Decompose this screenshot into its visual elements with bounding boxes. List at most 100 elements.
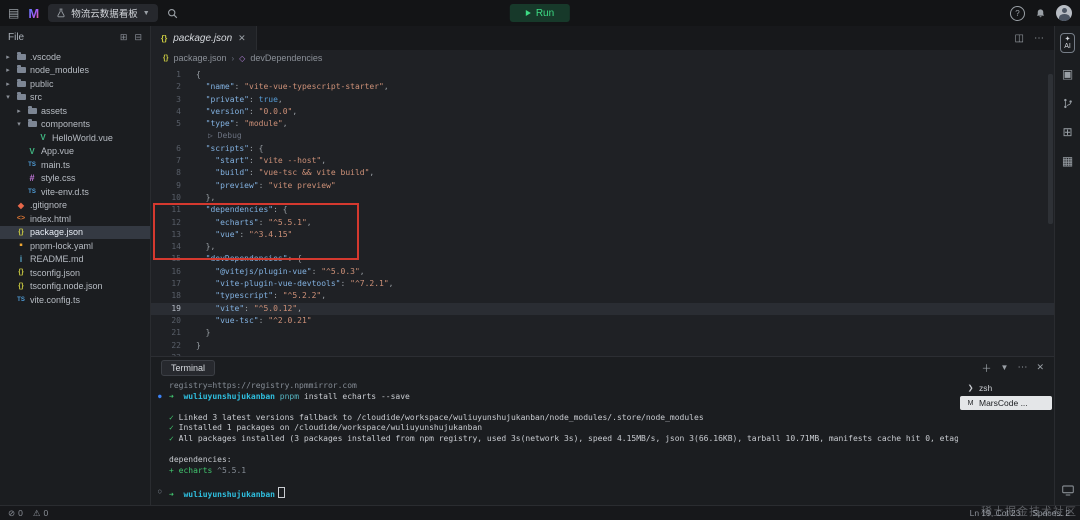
line-number[interactable]: 1 — [151, 69, 196, 81]
tree-item-public[interactable]: ▸ public — [0, 77, 150, 91]
tab-terminal[interactable]: Terminal — [161, 359, 216, 376]
cursor-position[interactable]: Ln 19, Col 23 — [970, 508, 1021, 518]
code-line[interactable]: 23 — [151, 352, 1054, 356]
code-line[interactable]: 21 } — [151, 327, 1054, 339]
sidebar-toggle-icon[interactable]: ▤ — [8, 6, 19, 20]
line-number[interactable]: 20 — [151, 315, 196, 327]
code-line[interactable]: 20 "vue-tsc": "^2.0.21" — [151, 315, 1054, 327]
tree-item--vscode[interactable]: ▸ .vscode — [0, 50, 150, 64]
terminal-session-zsh[interactable]: ❯ zsh — [960, 381, 1052, 395]
line-number[interactable]: 23 — [151, 352, 196, 356]
code-line[interactable]: 2 "name": "vite-vue-typescript-starter", — [151, 81, 1054, 93]
warnings-indicator[interactable]: ⚠ 0 — [33, 508, 48, 519]
source-control-icon[interactable] — [1059, 95, 1077, 111]
code-line[interactable]: 19 "vite": "^5.0.12", — [151, 302, 1054, 315]
notifications-bell-icon[interactable] — [1035, 8, 1046, 19]
line-number[interactable]: 6 — [151, 143, 196, 155]
terminal-content[interactable]: registry=https://registry.npmmirror.com ●… — [151, 378, 958, 505]
code-line[interactable]: 4 "version": "0.0.0", — [151, 106, 1054, 118]
tree-item-tsconfig-json[interactable]: {} tsconfig.json — [0, 266, 150, 280]
line-number[interactable]: 12 — [151, 217, 196, 229]
close-tab-icon[interactable]: ✕ — [238, 33, 246, 44]
user-avatar[interactable] — [1056, 5, 1072, 21]
code-editor[interactable]: 1{2 "name": "vite-vue-typescript-starter… — [151, 66, 1054, 356]
code-line[interactable]: 12 "echarts": "^5.5.1", — [151, 217, 1054, 229]
line-number[interactable]: 21 — [151, 327, 196, 339]
close-panel-icon[interactable]: ✕ — [1036, 362, 1044, 373]
indentation-setting[interactable]: Spaces: 2 — [1032, 508, 1070, 518]
project-switcher[interactable]: 物流云数据看板 ▼ — [48, 4, 158, 22]
tree-item-index-html[interactable]: <> index.html — [0, 212, 150, 226]
code-line[interactable]: 11 "dependencies": { — [151, 204, 1054, 216]
line-number[interactable]: 8 — [151, 167, 196, 179]
code-line[interactable]: 7 "start": "vite --host", — [151, 155, 1054, 167]
line-number[interactable]: 3 — [151, 94, 196, 106]
more-actions-icon[interactable]: ⋯ — [1034, 33, 1044, 44]
chevron-down-icon[interactable]: ▼ — [1001, 363, 1009, 372]
apps-grid-icon[interactable]: ▦ — [1059, 153, 1077, 169]
line-number[interactable]: 4 — [151, 106, 196, 118]
split-editor-icon[interactable]: ◫ — [1015, 33, 1024, 44]
help-icon[interactable]: ? — [1010, 5, 1025, 21]
line-number[interactable]: 13 — [151, 229, 196, 241]
collapse-all-icon[interactable]: ⊟ — [134, 32, 142, 43]
code-line[interactable]: 14 }, — [151, 241, 1054, 253]
run-button[interactable]: Run — [509, 4, 571, 22]
code-line[interactable]: 9 "preview": "vite preview" — [151, 180, 1054, 192]
errors-indicator[interactable]: ⊘ 0 — [8, 508, 23, 519]
marscode-logo[interactable]: M — [28, 6, 39, 21]
more-actions-icon[interactable]: ⋯ — [1017, 362, 1027, 373]
package-box-icon[interactable]: ▣ — [1059, 66, 1077, 82]
tree-item--gitignore[interactable]: ◆ .gitignore — [0, 199, 150, 213]
editor-scrollbar[interactable] — [1048, 74, 1053, 224]
line-number[interactable]: 10 — [151, 192, 196, 204]
codelens-row[interactable]: ▷ Debug — [151, 130, 1054, 142]
line-number[interactable]: 19 — [151, 303, 196, 315]
tree-item-src[interactable]: ▾ src — [0, 91, 150, 105]
terminal-session-marscode-[interactable]: M MarsCode ... — [960, 396, 1052, 410]
tree-item-tsconfig-node-json[interactable]: {} tsconfig.node.json — [0, 280, 150, 294]
code-line[interactable]: 16 "@vitejs/plugin-vue": "^5.0.3", — [151, 266, 1054, 278]
line-number[interactable] — [151, 130, 196, 142]
tab-package-json[interactable]: {} package.json ✕ — [151, 26, 257, 50]
code-line[interactable]: 22} — [151, 340, 1054, 352]
code-line[interactable]: 18 "typescript": "^5.2.2", — [151, 290, 1054, 302]
new-terminal-icon[interactable]: ＋ — [982, 360, 992, 375]
line-number[interactable]: 5 — [151, 118, 196, 130]
tree-item-vite-env-d-ts[interactable]: TS vite-env.d.ts — [0, 185, 150, 199]
code-line[interactable]: 8 "build": "vue-tsc && vite build", — [151, 167, 1054, 179]
codelens-debug[interactable]: ▷ Debug — [196, 130, 242, 142]
line-number[interactable]: 22 — [151, 340, 196, 352]
code-line[interactable]: 13 "vue": "^3.4.15" — [151, 229, 1054, 241]
tree-item-pnpm-lock-yaml[interactable]: ▪ pnpm-lock.yaml — [0, 239, 150, 253]
line-number[interactable]: 14 — [151, 241, 196, 253]
tree-item-helloworld-vue[interactable]: V HelloWorld.vue — [0, 131, 150, 145]
code-line[interactable]: 17 "vite-plugin-vue-devtools": "^7.2.1", — [151, 278, 1054, 290]
line-number[interactable]: 18 — [151, 290, 196, 302]
tree-item-readme-md[interactable]: i README.md — [0, 253, 150, 267]
tree-item-assets[interactable]: ▸ assets — [0, 104, 150, 118]
breadcrumb-symbol[interactable]: devDependencies — [250, 53, 322, 63]
line-number[interactable]: 17 — [151, 278, 196, 290]
new-file-icon[interactable]: ⊞ — [120, 32, 128, 43]
tree-item-app-vue[interactable]: V App.vue — [0, 145, 150, 159]
line-number[interactable]: 7 — [151, 155, 196, 167]
tree-item-node-modules[interactable]: ▸ node_modules — [0, 64, 150, 78]
code-line[interactable]: 3 "private": true, — [151, 94, 1054, 106]
breadcrumb-file[interactable]: package.json — [173, 53, 226, 63]
line-number[interactable]: 16 — [151, 266, 196, 278]
search-icon[interactable] — [167, 8, 178, 19]
code-line[interactable]: 15 "devDependencies": { — [151, 253, 1054, 265]
code-line[interactable]: 6 "scripts": { — [151, 143, 1054, 155]
tree-item-main-ts[interactable]: TS main.ts — [0, 158, 150, 172]
tree-item-package-json[interactable]: {} package.json — [0, 225, 150, 239]
line-number[interactable]: 15 — [151, 253, 196, 265]
line-number[interactable]: 11 — [151, 204, 196, 216]
tree-item-vite-config-ts[interactable]: TS vite.config.ts — [0, 293, 150, 307]
tree-item-components[interactable]: ▾ components — [0, 118, 150, 132]
code-line[interactable]: 1{ — [151, 69, 1054, 81]
code-line[interactable]: 5 "type": "module", — [151, 118, 1054, 130]
extensions-icon[interactable]: ⊞ — [1059, 124, 1077, 140]
code-line[interactable]: 10 }, — [151, 192, 1054, 204]
remote-window-icon[interactable] — [1059, 482, 1077, 498]
